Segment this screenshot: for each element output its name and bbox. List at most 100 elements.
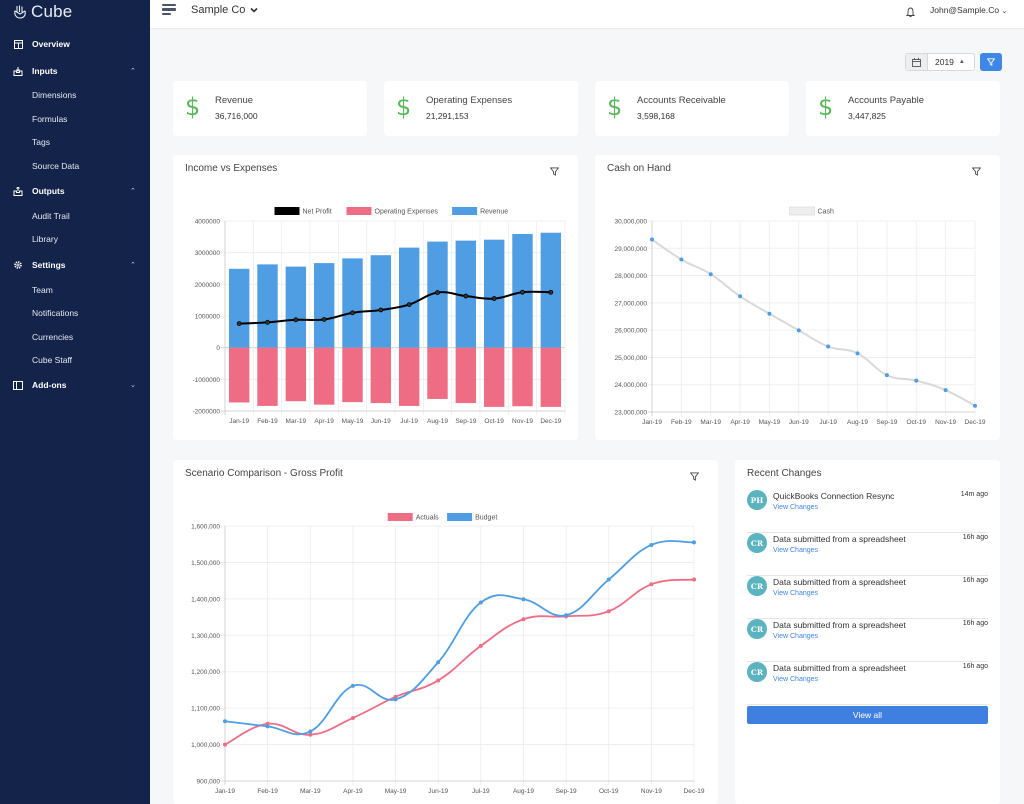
y-tick-label: 1,400,000 — [191, 596, 220, 603]
legend-swatch — [447, 513, 473, 521]
view-all-button[interactable]: View all — [747, 706, 988, 724]
view-changes-link[interactable]: View Changes — [773, 633, 818, 640]
x-tick-label: Aug-19 — [847, 419, 868, 426]
x-tick-label: Dec-19 — [965, 419, 986, 426]
user-email: John@Sample.Co — [930, 5, 1000, 15]
avatar: CR — [747, 662, 767, 682]
sidebar-item-label: Add-ons — [32, 380, 67, 390]
dollar-icon: $ — [607, 93, 623, 121]
sidebar-item-library[interactable]: Library — [32, 234, 58, 244]
x-tick-label: Jul-19 — [400, 418, 418, 425]
revenue-bar — [342, 258, 363, 348]
scenario-comparison-card: Scenario Comparison - Gross Profit 1,600… — [173, 460, 718, 804]
year-value: 2019 — [935, 57, 954, 67]
y-tick-label: 1,200,000 — [191, 669, 220, 676]
filter-icon — [987, 58, 995, 66]
chevron-down-icon — [250, 7, 258, 13]
x-tick-label: Sep-19 — [556, 788, 577, 795]
actuals-point — [436, 678, 441, 683]
change-time: 16h ago — [962, 620, 988, 627]
budget-line — [224, 540, 695, 736]
legend-label: Actuals — [416, 515, 439, 522]
chevron-up-icon: ⌃ — [130, 188, 136, 195]
y-tick-label: 30,000,000 — [614, 219, 647, 226]
x-tick-label: Nov-19 — [935, 419, 956, 426]
kpi-value: 21,291,153 — [426, 111, 469, 121]
sidebar-item-label: Overview — [32, 39, 70, 49]
app-logo[interactable]: Cube — [13, 2, 72, 22]
sidebar-item-notifications[interactable]: Notifications — [32, 308, 78, 318]
net-profit-point — [548, 289, 554, 295]
x-tick-label: Jan-19 — [642, 419, 662, 426]
budget-point — [478, 600, 483, 605]
x-tick-label: Feb-19 — [257, 788, 278, 795]
sidebar-item-formulas[interactable]: Formulas — [32, 114, 67, 124]
kpi-label: Accounts Receivable — [637, 95, 726, 106]
y-tick-label: 1,600,000 — [191, 524, 220, 531]
expenses-bar — [455, 347, 477, 404]
bell-icon[interactable] — [905, 5, 916, 23]
x-tick-label: Aug-19 — [427, 418, 448, 425]
sidebar-item-cube-staff[interactable]: Cube Staff — [32, 355, 72, 365]
expenses-bar — [370, 347, 392, 404]
revenue-bar — [228, 268, 250, 348]
y-tick-label: -2000000 — [193, 409, 221, 416]
dashboard-icon — [13, 39, 23, 49]
net-profit-point — [463, 293, 469, 299]
cash-point — [796, 328, 801, 333]
kpi-card-revenue: $ Revenue 36,716,000 — [173, 81, 367, 136]
expenses-bar — [342, 347, 363, 403]
sidebar-item-settings[interactable]: Settings ⌃ — [0, 255, 150, 275]
x-tick-label: Feb-19 — [671, 419, 692, 426]
year-select[interactable]: 2019 ▲ — [905, 53, 975, 71]
sidebar-item-team[interactable]: Team — [32, 285, 53, 295]
x-tick-label: Oct-19 — [484, 418, 504, 425]
user-menu[interactable]: John@Sample.Co ⌄ — [930, 5, 1007, 15]
sidebar-item-inputs[interactable]: Inputs ⌃ — [0, 61, 150, 81]
x-tick-label: Jun-19 — [371, 418, 391, 425]
kpi-label: Operating Expenses — [426, 95, 513, 106]
actuals-point — [223, 742, 227, 747]
view-changes-link[interactable]: View Changes — [773, 590, 818, 597]
x-tick-label: Feb-19 — [257, 418, 278, 425]
company-selector[interactable]: Sample Co — [191, 4, 258, 16]
sidebar-item-source-data[interactable]: Source Data — [32, 161, 79, 171]
sidebar-item-tags[interactable]: Tags — [32, 137, 50, 147]
recent-changes-title: Recent Changes — [747, 468, 822, 479]
cash-point — [884, 373, 889, 378]
view-changes-link[interactable]: View Changes — [773, 547, 818, 554]
y-tick-label: 26,000,000 — [614, 328, 647, 335]
revenue-bar — [313, 263, 335, 348]
cash-point — [973, 403, 977, 408]
kpi-value: 3,598,168 — [637, 111, 675, 121]
avatar: CR — [747, 619, 767, 639]
expenses-bar — [285, 347, 307, 402]
legend-label: Budget — [475, 515, 497, 522]
view-changes-link[interactable]: View Changes — [773, 676, 818, 683]
menu-toggle-icon[interactable] — [162, 4, 176, 16]
expenses-bar — [512, 347, 533, 407]
sidebar-item-dimensions[interactable]: Dimensions — [32, 90, 76, 100]
x-tick-label: Nov-19 — [512, 418, 533, 425]
x-tick-label: Nov-19 — [641, 788, 662, 795]
net-profit-point — [350, 310, 355, 316]
sidebar-item-overview[interactable]: Overview — [0, 34, 150, 54]
sidebar-item-currencies[interactable]: Currencies — [32, 332, 73, 342]
kpi-label: Revenue — [215, 95, 254, 106]
expenses-bar — [257, 347, 278, 406]
sidebar-item-outputs[interactable]: Outputs ⌃ — [0, 181, 150, 201]
view-changes-link[interactable]: View Changes — [773, 504, 818, 511]
filter-button[interactable] — [980, 53, 1002, 71]
legend-swatch — [789, 206, 815, 216]
calendar-icon — [906, 54, 928, 70]
recent-change-item: CR Data submitted from a spreadsheet View … — [747, 533, 988, 576]
x-tick-label: Jun-19 — [789, 419, 809, 426]
budget-point — [393, 697, 398, 702]
x-tick-label: Jul-19 — [819, 419, 837, 426]
sidebar-item-add-ons[interactable]: Add-ons ⌄ — [0, 375, 150, 395]
x-tick-label: Sep-19 — [876, 419, 897, 426]
budget-point — [606, 577, 611, 582]
revenue-bar — [483, 239, 505, 348]
sidebar-item-audit-trail[interactable]: Audit Trail — [32, 211, 70, 221]
cash-on-hand-card: Cash on Hand 30,000,000 29,000,000 28,000,… — [595, 155, 1000, 440]
